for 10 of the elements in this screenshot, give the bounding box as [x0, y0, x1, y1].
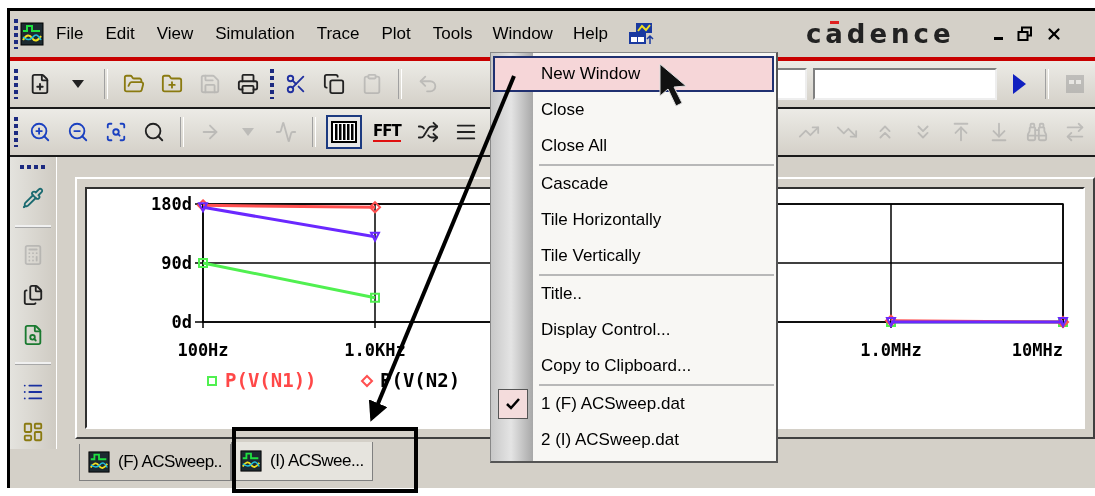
x-tick-label: 10MHz	[1011, 340, 1063, 360]
x-tick-label: 1.0MHz	[860, 340, 922, 360]
logo-text: cadence	[805, 19, 955, 49]
x-tick-label: 100Hz	[177, 340, 229, 360]
legend-label: P(V(N1))	[225, 369, 317, 391]
y-tick-label: 0d	[171, 312, 192, 332]
tab-label: (I) ACSwee...	[270, 451, 364, 471]
y-tick-label: 90d	[161, 253, 192, 273]
y-tick-label: 180d	[151, 194, 192, 214]
tab-label: (F) ACSweep..	[118, 452, 223, 472]
